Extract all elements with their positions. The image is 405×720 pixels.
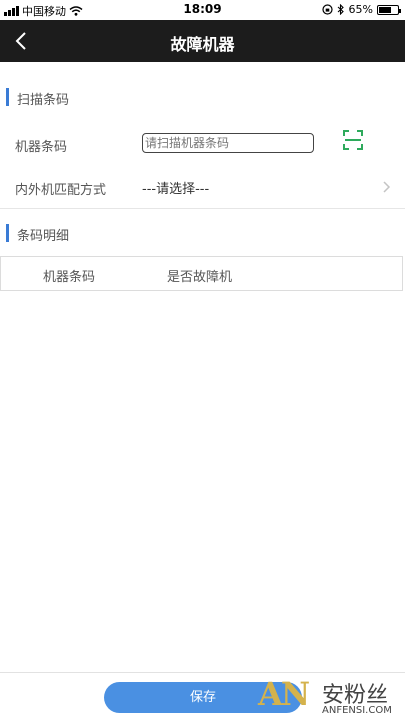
status-bar: 中国移动 18:09 65% (0, 0, 405, 20)
match-method-label: 内外机匹配方式 (15, 183, 107, 198)
section-title: 扫描条码 (17, 93, 70, 108)
match-method-select[interactable]: ---请选择--- (142, 178, 209, 197)
barcode-label: 机器条码 (15, 140, 68, 155)
section-accent-bar (6, 88, 9, 106)
battery-percent: 65% (348, 3, 373, 16)
bottom-bar: 保存 AN 安粉丝 ANFENSI.COM (0, 672, 405, 720)
chevron-right-icon[interactable] (383, 181, 391, 193)
section-header-detail: 条码明细 (0, 216, 405, 250)
section-header-scan: 扫描条码 (0, 80, 405, 114)
orientation-lock-icon (321, 4, 333, 15)
divider (0, 208, 405, 209)
section-accent-bar (6, 224, 9, 242)
scan-icon[interactable] (343, 130, 363, 150)
nav-bar: 故障机器 (0, 20, 405, 62)
column-header-faulty: 是否故障机 (167, 270, 233, 285)
watermark-domain: ANFENSI.COM (322, 705, 392, 716)
watermark-letters: AN (258, 675, 310, 713)
page-title: 故障机器 (170, 35, 235, 54)
bluetooth-icon (337, 4, 344, 15)
barcode-input[interactable] (142, 133, 314, 153)
column-header-barcode: 机器条码 (43, 270, 96, 285)
table-header: 机器条码 是否故障机 (0, 256, 403, 291)
section-title: 条码明细 (17, 229, 70, 244)
battery-icon (377, 4, 401, 15)
watermark-logo: AN 安粉丝 ANFENSI.COM (256, 673, 405, 720)
